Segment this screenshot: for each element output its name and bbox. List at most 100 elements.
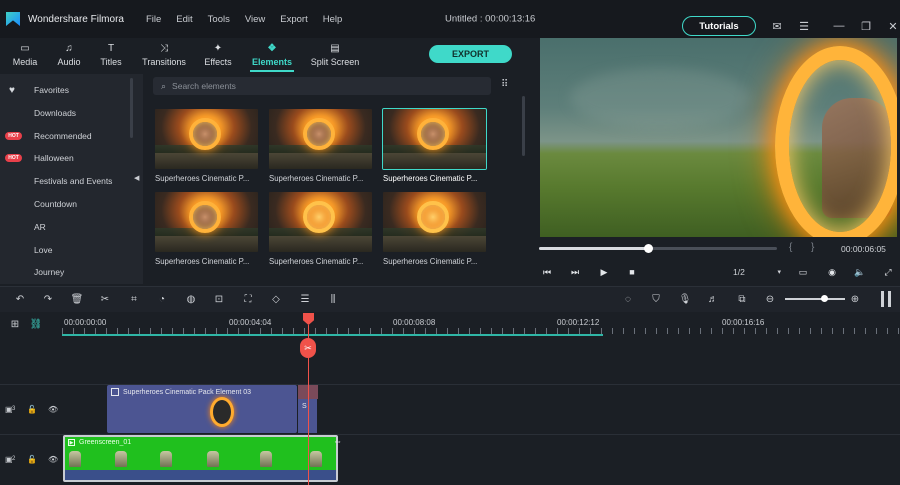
delete-icon[interactable]: 🗑	[70, 292, 84, 306]
audio-wave-icon[interactable]: ⫼	[326, 292, 340, 306]
element-card[interactable]: Superheroes Cinematic P...	[269, 192, 372, 266]
element-clip-second[interactable]: S	[297, 385, 318, 433]
clip-title: Greenscreen_01	[79, 439, 132, 446]
tab-media[interactable]: ▭ Media	[0, 38, 50, 72]
play-frame-icon[interactable]: ⏭	[569, 266, 581, 278]
sidebar-item-love[interactable]: Love	[0, 239, 130, 261]
render-icon[interactable]: ◌	[621, 292, 635, 306]
fullscreen-icon[interactable]: ⤢	[882, 266, 894, 278]
element-card[interactable]: Superheroes Cinematic P...	[155, 192, 258, 266]
tab-effects[interactable]: ✦ Effects	[194, 38, 242, 72]
element-card[interactable]: Superheroes Cinematic P...	[155, 109, 258, 183]
zoom-slider-handle[interactable]	[821, 295, 828, 302]
work-area-bar[interactable]	[62, 334, 603, 336]
display-icon[interactable]: ▭	[797, 266, 809, 278]
folder-icon: ▭	[20, 43, 30, 54]
menu-file[interactable]: File	[146, 14, 161, 25]
tab-elements[interactable]: ❖ Elements	[242, 38, 302, 72]
marker-shield-icon[interactable]: ⛉	[649, 292, 663, 306]
menu-export[interactable]: Export	[280, 14, 307, 25]
playback-progress-bar[interactable]	[539, 244, 777, 253]
video-preview[interactable]	[540, 38, 897, 237]
lock-icon[interactable]: 🔓	[27, 455, 37, 464]
sidebar-scrollbar[interactable]	[130, 78, 133, 138]
split-scissors-icon[interactable]: ✂	[98, 292, 112, 306]
keyframe-icon[interactable]: ◇	[269, 292, 283, 306]
tab-titles[interactable]: T Titles	[88, 38, 134, 72]
menu-edit[interactable]: Edit	[176, 14, 192, 25]
element-thumbnail	[383, 192, 486, 252]
element-card[interactable]: Superheroes Cinematic P...	[269, 109, 372, 183]
voiceover-note-icon[interactable]: ♬	[706, 292, 720, 306]
minimize-icon[interactable]: —	[832, 19, 846, 33]
play-icon[interactable]: ▶	[598, 266, 610, 278]
split-at-playhead-icon[interactable]: ✂	[300, 338, 316, 358]
sidebar-item-label: Favorites	[34, 85, 69, 95]
eye-icon[interactable]: 👁	[48, 455, 58, 464]
hamburger-menu-icon[interactable]: ☰	[797, 19, 811, 33]
clip-frame-thumbnail	[210, 397, 234, 427]
add-track-icon[interactable]: ⊞	[8, 317, 22, 331]
menu-view[interactable]: View	[245, 14, 265, 25]
stop-icon[interactable]: ■	[626, 266, 638, 278]
tab-audio[interactable]: ♫ Audio	[50, 38, 88, 72]
snapshot-camera-icon[interactable]: ◉	[826, 266, 838, 278]
library-scrollbar[interactable]	[522, 96, 525, 156]
lock-icon[interactable]: 🔓	[27, 405, 37, 414]
stabilize-icon[interactable]: ⊡	[212, 292, 226, 306]
undo-icon[interactable]: ↶	[13, 292, 27, 306]
element-card[interactable]: Superheroes Cinematic P...	[383, 192, 486, 266]
redo-icon[interactable]: ↷	[41, 292, 55, 306]
zoom-slider-track[interactable]	[785, 298, 845, 300]
menu-help[interactable]: Help	[323, 14, 343, 25]
sidebar-item-downloads[interactable]: Downloads	[0, 102, 130, 124]
zoom-in-icon[interactable]: ⊕	[848, 292, 862, 306]
mark-out-button[interactable]: }	[811, 242, 814, 253]
zoom-out-icon[interactable]: ⊖	[763, 292, 777, 306]
speed-icon[interactable]: ◔	[155, 292, 169, 306]
pip-icon[interactable]: ⧉	[735, 292, 749, 306]
greenscreen-clip[interactable]: ▶ Greenscreen_01	[63, 435, 338, 482]
sidebar-item-countdown[interactable]: Countdown	[0, 193, 130, 215]
sidebar-item-label: Journey	[34, 267, 65, 277]
microphone-icon[interactable]: 🎙	[678, 292, 692, 306]
sidebar-item-ar[interactable]: AR	[0, 216, 130, 238]
search-input[interactable]	[172, 81, 473, 91]
grid-view-icon[interactable]: ⠿	[501, 80, 511, 90]
color-palette-icon[interactable]: ◍	[184, 292, 198, 306]
clip-title: S	[302, 403, 307, 410]
sidebar-item-festivals[interactable]: Festivals and Events	[0, 170, 130, 192]
adjust-icon[interactable]: ☰	[298, 292, 312, 306]
tab-media-label: Media	[12, 57, 38, 67]
sidebar-item-halloween[interactable]: HOT Halloween	[0, 147, 130, 169]
element-card-selected[interactable]: Superheroes Cinematic P...	[382, 108, 487, 183]
sidebar-item-label: Halloween	[34, 153, 74, 163]
preview-timecode: 00:00:06:05	[841, 244, 886, 254]
previous-frame-icon[interactable]: ⏮	[541, 266, 553, 278]
export-button[interactable]: EXPORT	[429, 45, 512, 63]
eye-icon[interactable]: 👁	[48, 405, 58, 414]
mark-in-button[interactable]: {	[789, 242, 792, 253]
sidebar-item-label: Love	[34, 245, 53, 255]
element-clip[interactable]: Superheroes Cinematic Pack Element 03	[107, 385, 297, 433]
link-icon[interactable]: ⛓	[29, 317, 43, 331]
sidebar-item-journey[interactable]: Journey	[0, 261, 130, 283]
trim-handle-icon[interactable]: ⇔	[333, 436, 342, 446]
menu-tools[interactable]: Tools	[208, 14, 230, 25]
sidebar-item-favorites[interactable]: ♥ Favorites	[0, 79, 130, 101]
tutorials-button[interactable]: Tutorials	[682, 16, 756, 36]
volume-icon[interactable]: 🔈	[854, 266, 866, 278]
tab-split-screen[interactable]: ▤ Split Screen	[302, 38, 368, 72]
sidebar-item-recommended[interactable]: HOT Recommended	[0, 125, 130, 147]
crop-icon[interactable]: ⌗	[127, 292, 141, 306]
sidebar-item-label: Downloads	[34, 108, 77, 118]
timeline-settings-icon[interactable]	[881, 291, 891, 307]
mail-icon[interactable]: ✉	[770, 19, 784, 33]
tab-transitions[interactable]: ⤨ Transitions	[134, 38, 194, 72]
close-icon[interactable]: ✕	[886, 19, 900, 33]
green-screen-icon[interactable]: ⛶	[241, 292, 255, 306]
chevron-down-icon: ▾	[777, 268, 781, 276]
maximize-icon[interactable]: ❐	[859, 19, 873, 33]
playback-quality-select[interactable]: 1/2 ▾	[733, 264, 783, 279]
collapse-sidebar-icon[interactable]: ◀	[134, 174, 139, 182]
